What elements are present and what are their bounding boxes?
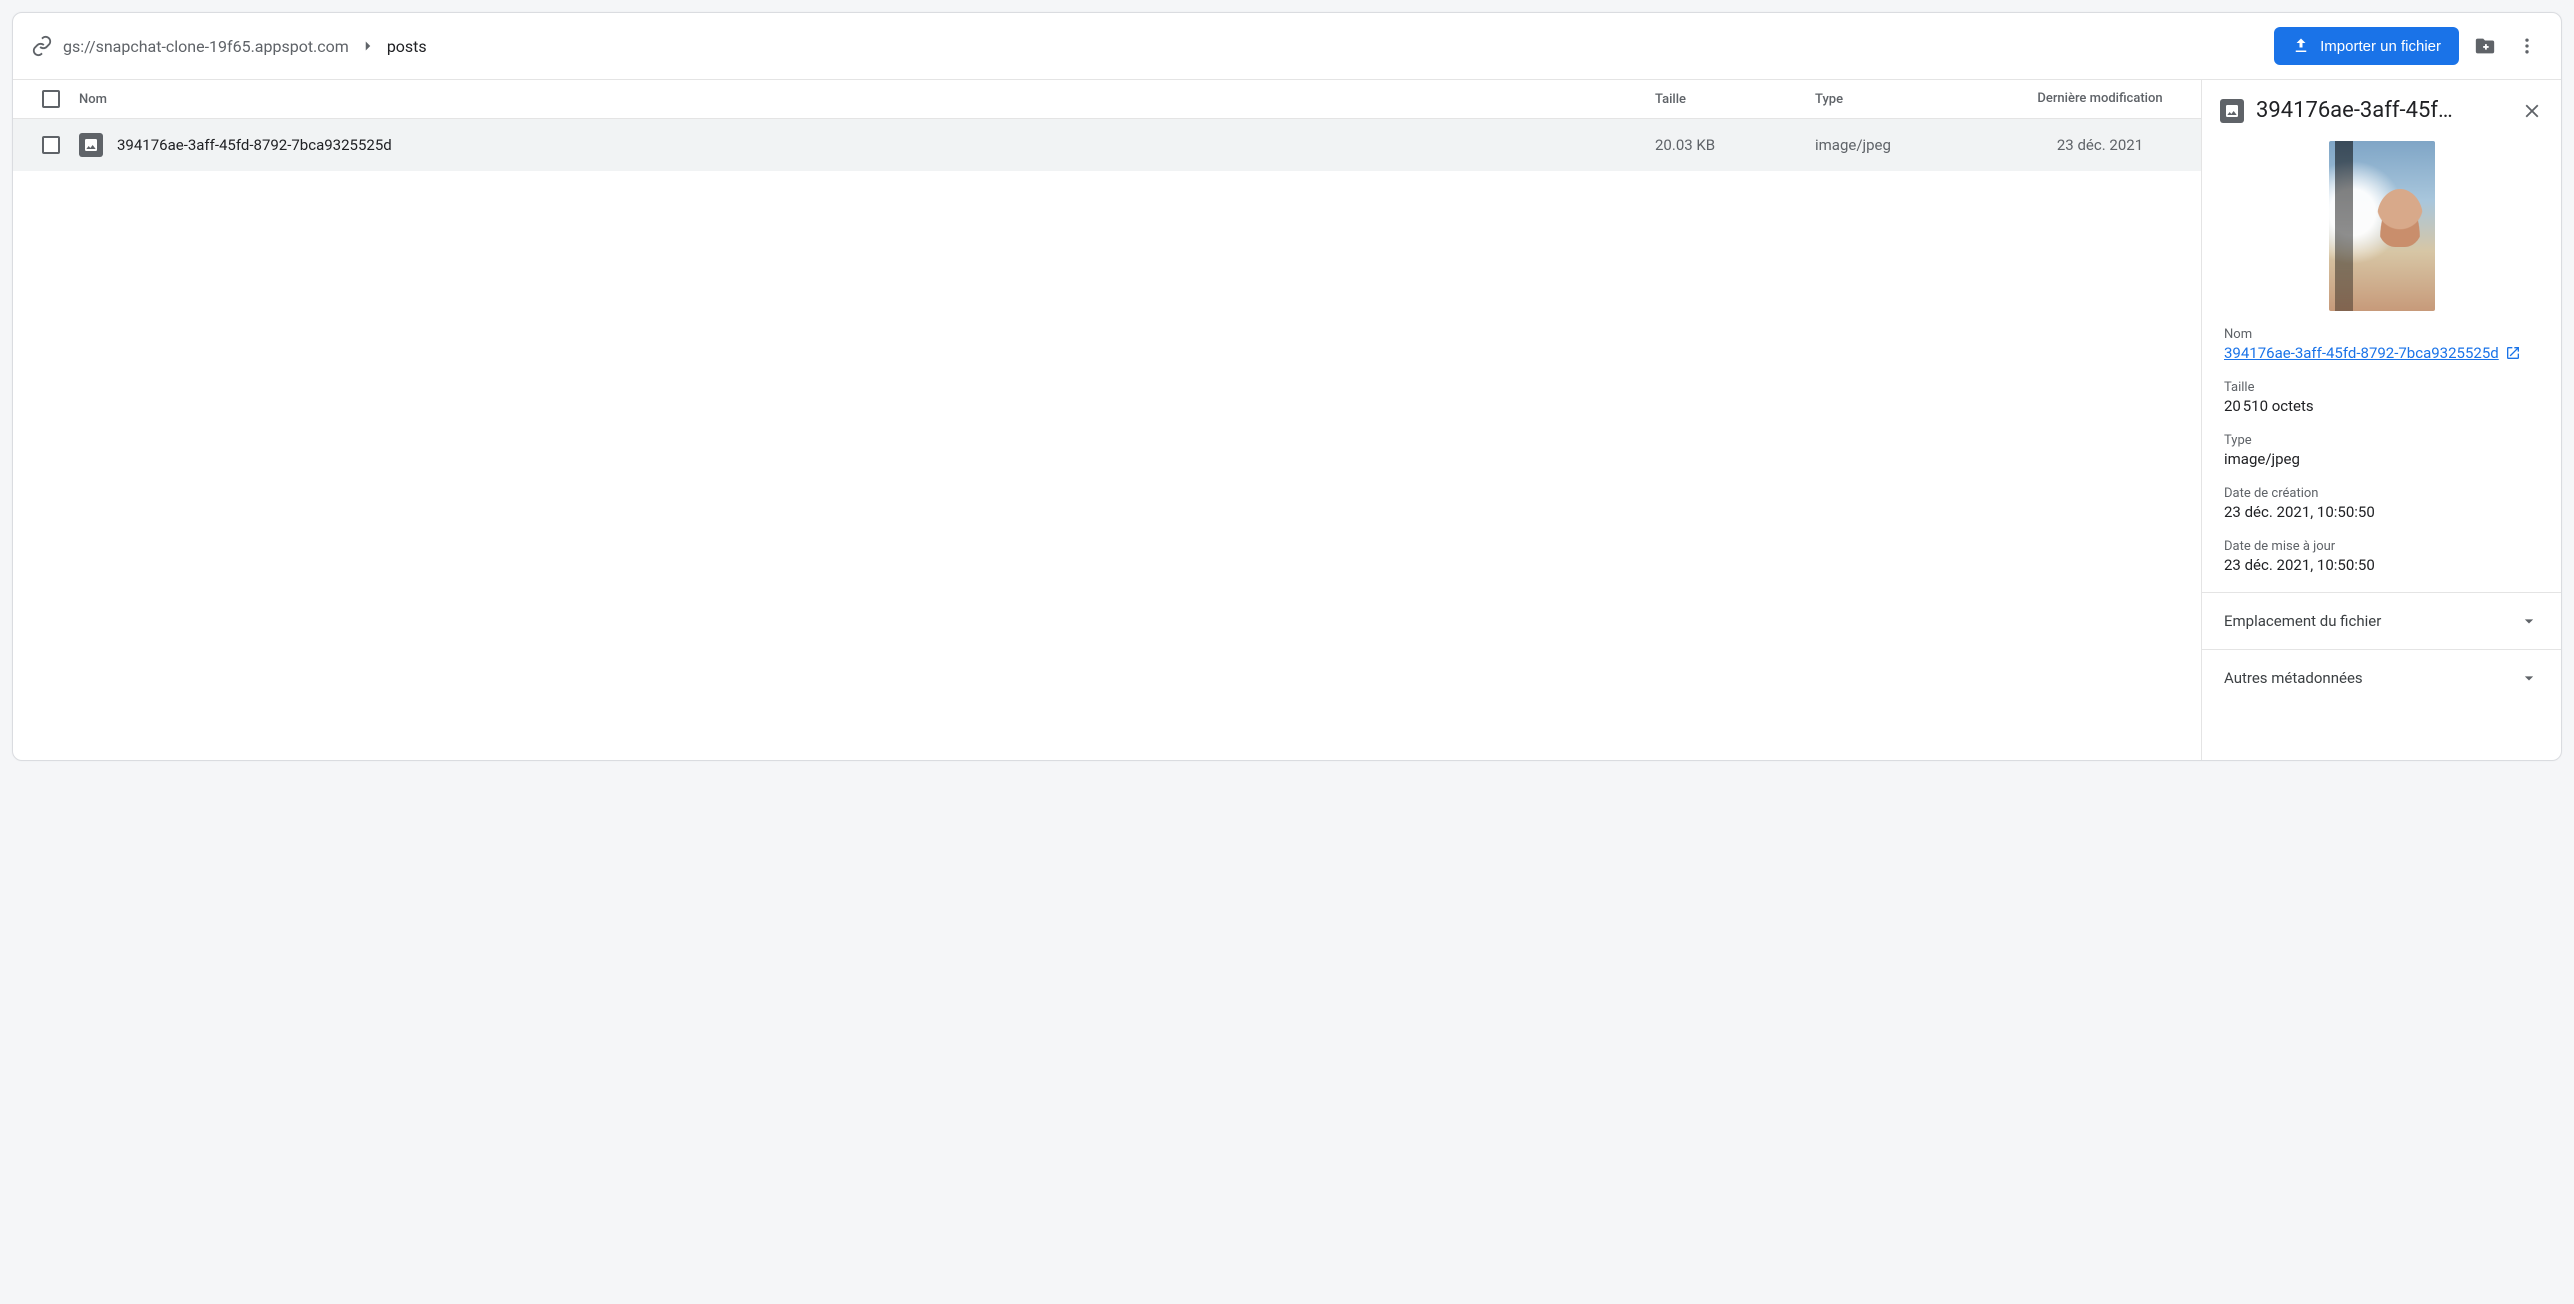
storage-panel: gs://snapchat-clone-19f65.appspot.com po… [12,12,2562,761]
close-button[interactable] [2521,100,2543,122]
row-size: 20.03 KB [1655,136,1815,154]
details-meta: Nom 394176ae-3aff-45fd-8792-7bca9325525d… [2202,327,2561,592]
meta-name-label: Nom [2224,327,2539,342]
thumbnail-wrap [2202,129,2561,327]
thumbnail[interactable] [2329,141,2435,311]
more-menu-button[interactable] [2511,30,2543,62]
table-header: Nom Taille Type Dernière modification [13,80,2201,119]
open-external-icon [2505,345,2521,361]
upload-icon [2292,37,2310,55]
row-name-cell: 394176ae-3aff-45fd-8792-7bca9325525d [79,133,1655,157]
select-all-cell [23,90,79,108]
link-icon [31,35,53,57]
meta-updated-value: 23 déc. 2021, 10:50:50 [2224,556,2539,574]
details-panel: 394176ae-3aff-45f… Nom 394176ae-3aff-45f… [2201,80,2561,760]
row-checkbox[interactable] [42,136,60,154]
col-modified-header[interactable]: Dernière modification [2015,91,2185,107]
breadcrumb: gs://snapchat-clone-19f65.appspot.com po… [63,37,2264,56]
meta-type-label: Type [2224,433,2539,448]
chevron-down-icon [2519,668,2539,688]
meta-type-value: image/jpeg [2224,450,2539,468]
row-type: image/jpeg [1815,136,2015,154]
content-body: Nom Taille Type Dernière modification 39… [13,80,2561,760]
meta-updated-label: Date de mise à jour [2224,539,2539,554]
meta-name-link[interactable]: 394176ae-3aff-45fd-8792-7bca9325525d [2224,344,2521,362]
chevron-down-icon [2519,611,2539,631]
table-row[interactable]: 394176ae-3aff-45fd-8792-7bca9325525d 20.… [13,119,2201,171]
row-check-cell [23,136,79,154]
image-icon [79,133,103,157]
meta-created-value: 23 déc. 2021, 10:50:50 [2224,503,2539,521]
image-icon [2220,99,2244,123]
toolbar: gs://snapchat-clone-19f65.appspot.com po… [13,13,2561,80]
accordion-other-metadata[interactable]: Autres métadonnées [2202,649,2561,706]
breadcrumb-current[interactable]: posts [387,37,427,56]
accordion-other-label: Autres métadonnées [2224,669,2363,687]
accordion-location-label: Emplacement du fichier [2224,612,2381,630]
meta-name-value: 394176ae-3aff-45fd-8792-7bca9325525d [2224,344,2499,362]
new-folder-button[interactable] [2469,30,2501,62]
col-type-header[interactable]: Type [1815,92,2015,107]
file-list: Nom Taille Type Dernière modification 39… [13,80,2201,760]
details-header: 394176ae-3aff-45f… [2202,80,2561,129]
meta-size-value: 20 510 octets [2224,397,2539,415]
col-size-header[interactable]: Taille [1655,92,1815,107]
accordion-file-location[interactable]: Emplacement du fichier [2202,592,2561,649]
import-file-label: Importer un fichier [2320,38,2441,55]
col-name-header[interactable]: Nom [79,92,1655,107]
breadcrumb-root[interactable]: gs://snapchat-clone-19f65.appspot.com [63,37,349,56]
details-title: 394176ae-3aff-45f… [2256,98,2509,123]
row-filename: 394176ae-3aff-45fd-8792-7bca9325525d [117,136,392,154]
meta-size-label: Taille [2224,380,2539,395]
select-all-checkbox[interactable] [42,90,60,108]
import-file-button[interactable]: Importer un fichier [2274,27,2459,65]
chevron-right-icon [359,37,377,55]
row-modified: 23 déc. 2021 [2015,136,2185,154]
meta-created-label: Date de création [2224,486,2539,501]
